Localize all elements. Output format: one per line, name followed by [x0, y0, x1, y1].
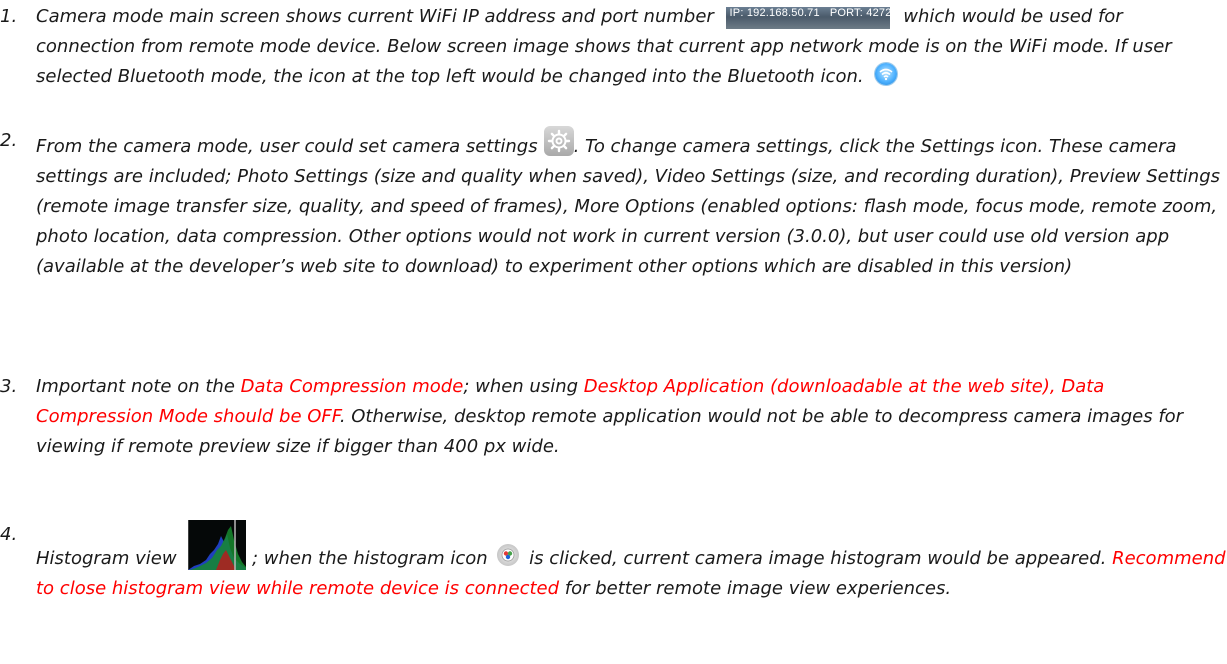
item-text: ; when using — [463, 376, 584, 397]
item-text: Camera mode main screen shows current Wi… — [36, 6, 714, 27]
highlight-data-compression: Data Compression mode — [240, 376, 464, 397]
list-item-2: 2. From the camera mode, user could set … — [0, 126, 1226, 282]
item-text: is clicked, current camera image histogr… — [529, 548, 1113, 569]
ip-port-badge-image: IP: 192.168.50.71 PORT: 42726 — [725, 7, 898, 29]
ip-address-text: IP: 192.168.50.71 — [729, 7, 820, 19]
wifi-icon — [875, 63, 898, 85]
item-text: ; when the histogram icon — [252, 548, 488, 569]
item-number: 1. — [0, 6, 18, 27]
item-text: From the camera mode, user could set cam… — [36, 136, 538, 157]
histogram-icon — [497, 544, 520, 566]
item-text: Important note on the — [36, 376, 241, 397]
histogram-thumbnail — [188, 520, 247, 570]
list-item-4: 4. Histogram view ; when the histogram i… — [0, 520, 1226, 604]
item-text: . To change camera settings, click the S… — [36, 136, 1221, 277]
port-number-text: PORT: 42726 — [829, 7, 898, 19]
item-number: 2. — [0, 130, 18, 151]
item-number: 4. — [0, 524, 18, 545]
item-number: 3. — [0, 376, 18, 397]
item-text: for better remote image view experiences… — [559, 578, 952, 599]
item-text: Histogram view — [36, 548, 177, 569]
gear-icon — [543, 126, 574, 156]
list-item-1: 1. Camera mode main screen shows current… — [0, 2, 1226, 92]
list-item-3: 3. Important note on the Data Compressio… — [0, 372, 1226, 462]
